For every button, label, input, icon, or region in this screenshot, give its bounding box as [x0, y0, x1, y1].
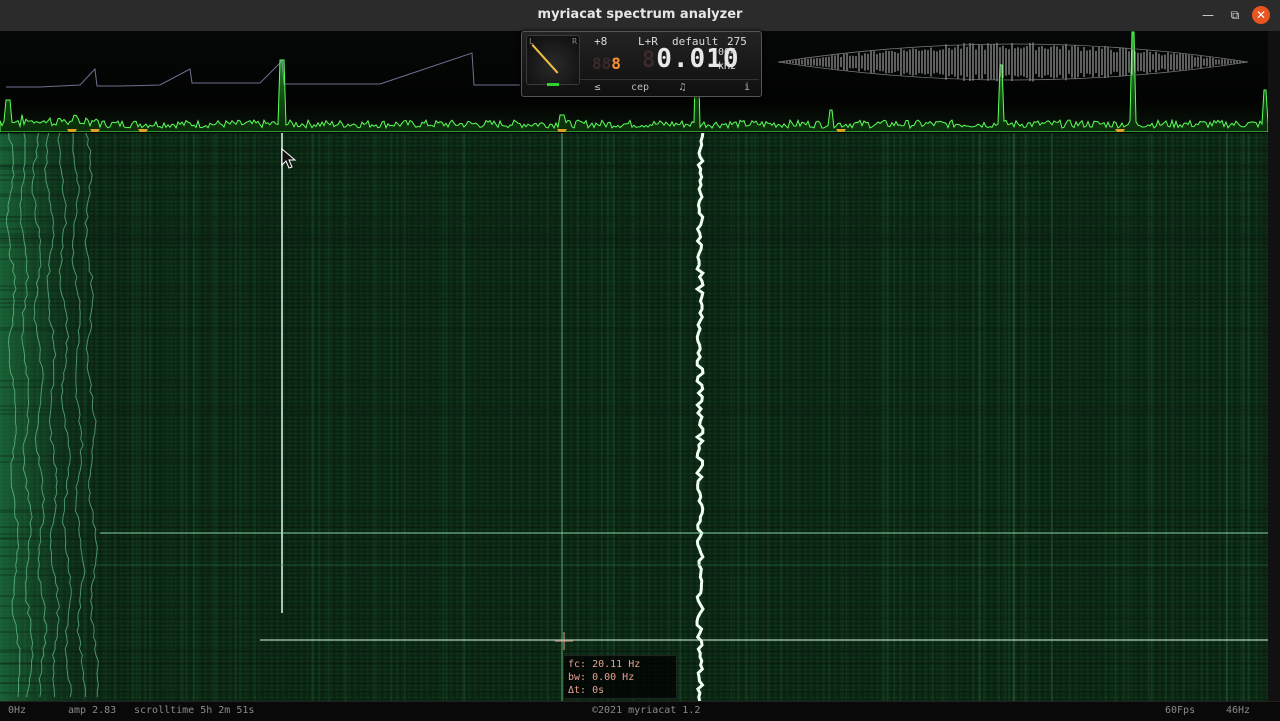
waveform-overview[interactable]: [778, 36, 1248, 88]
status-min-frequency: 0Hz: [8, 705, 27, 716]
frequency-sub: 004: [718, 47, 737, 58]
meter-level-bar: [547, 83, 559, 86]
octave-value: 8: [611, 54, 621, 73]
frequency-unit: kHz: [718, 61, 737, 72]
spectrogram-waterfall[interactable]: [0, 133, 1268, 701]
close-icon[interactable]: ✕: [1252, 6, 1270, 24]
maximize-icon[interactable]: ⧉: [1226, 6, 1244, 24]
mouse-cursor-icon: [281, 148, 297, 169]
octave-display[interactable]: 888: [592, 54, 621, 73]
status-bar: 0Hz amp 2.83 scrolltime 5h 2m 51s ©2021 …: [0, 701, 1280, 721]
meter-right-label: R: [572, 37, 577, 46]
tab-notes[interactable]: ♫: [665, 80, 700, 95]
crosshair-icon: [555, 632, 573, 650]
level-meter[interactable]: L R: [526, 35, 580, 85]
status-copyright: ©2021 myriacat 1.2: [592, 705, 701, 716]
status-amp[interactable]: amp 2.83: [68, 705, 116, 716]
status-fps: 60Fps: [1165, 705, 1196, 716]
readout-bw: bw: 0.00 Hz: [568, 672, 635, 683]
cursor-readout: fc: 20.11 Hz bw: 0.00 Hz Δt: 0s: [563, 655, 677, 699]
minimize-icon[interactable]: —: [1199, 6, 1217, 24]
tab-cep[interactable]: cep: [620, 80, 660, 95]
status-max-frequency: 46Hz: [1226, 705, 1251, 716]
spectrogram-image: [0, 133, 1268, 701]
window-title: myriacat spectrum analyzer: [537, 7, 743, 22]
control-widget: L R +8 888 L+R default 275 80.010 004 kH…: [521, 31, 762, 97]
frequency-ghost: 8: [642, 48, 657, 73]
status-scrolltime[interactable]: scrolltime 5h 2m 51s: [134, 705, 254, 716]
octave-ghost: 88: [592, 54, 612, 73]
meter-needle: [531, 44, 559, 74]
tab-info[interactable]: i: [735, 80, 759, 95]
readout-fc: fc: 20.11 Hz: [568, 659, 641, 670]
vertical-scrollbar[interactable]: [1268, 31, 1280, 701]
tab-filter[interactable]: ≤: [580, 80, 615, 95]
title-bar: myriacat spectrum analyzer — ⧉ ✕: [0, 0, 1280, 32]
widget-tabs: ≤ cep ♫ i: [580, 79, 759, 95]
gain-value[interactable]: +8: [594, 35, 607, 48]
readout-dt: Δt: 0s: [568, 685, 605, 696]
